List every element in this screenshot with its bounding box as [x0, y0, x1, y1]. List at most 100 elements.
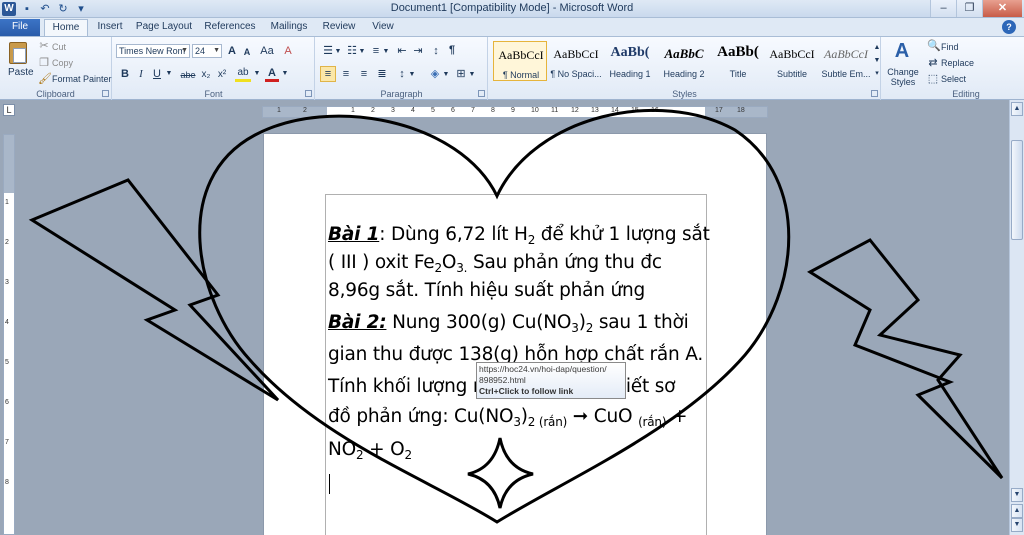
- doc-line[interactable]: Bài 1: Dùng 6,72 lít H2 để khử 1 lượng s…: [328, 224, 710, 247]
- font-name-combo[interactable]: Times New Rom ▼: [116, 44, 190, 58]
- font-size-combo[interactable]: 24 ▼: [192, 44, 222, 58]
- ruler-number: 15: [631, 107, 639, 114]
- format-painter-icon[interactable]: 🖌: [38, 73, 52, 85]
- numbering-icon[interactable]: ☷: [346, 45, 358, 57]
- tab-page-layout[interactable]: Page Layout: [132, 19, 196, 36]
- help-icon[interactable]: ?: [1002, 20, 1016, 34]
- doc-line[interactable]: đồ phản ứng: Cu(NO3)2 (rắn) ➞ CuO (rắn) …: [328, 406, 688, 429]
- scroll-down-icon[interactable]: ▼: [1011, 488, 1023, 502]
- copy-icon[interactable]: ❐: [38, 57, 50, 69]
- vertical-scrollbar[interactable]: ▲ ▼ ▲ ▼: [1009, 100, 1024, 535]
- tab-view[interactable]: View: [364, 19, 402, 36]
- change-case-icon[interactable]: Aa: [259, 45, 275, 57]
- select-button[interactable]: Select: [941, 74, 966, 84]
- paragraph-launcher-icon[interactable]: [478, 90, 485, 97]
- align-center-icon[interactable]: ≡: [340, 68, 352, 80]
- tooltip-url-line: 898952.html: [479, 375, 526, 385]
- subscript-icon[interactable]: x₂: [199, 69, 213, 81]
- chevron-down-icon: ▼: [213, 47, 220, 54]
- shrink-font-icon[interactable]: A: [241, 46, 253, 58]
- chevron-down-icon[interactable]: ▼: [281, 68, 289, 80]
- italic-icon[interactable]: I: [135, 68, 147, 80]
- doc-line[interactable]: Bài 2: Nung 300(g) Cu(NO3)2 sau 1 thời: [328, 312, 689, 335]
- chevron-down-icon[interactable]: ▼: [468, 69, 476, 81]
- bullets-icon[interactable]: ☰: [322, 45, 334, 57]
- doc-text: đồ phản ứng: Cu(NO: [328, 406, 514, 427]
- tab-insert[interactable]: Insert: [90, 19, 130, 36]
- text-highlight-icon[interactable]: ab: [235, 67, 251, 82]
- horizontal-ruler[interactable]: 1 2 1 2 3 4 5 6 7 8 9 10 11 12 13 14 15 …: [262, 106, 768, 118]
- replace-icon[interactable]: ⇄: [927, 57, 939, 69]
- change-styles-icon[interactable]: A: [890, 39, 914, 63]
- clipboard-launcher-icon[interactable]: [102, 90, 109, 97]
- lightning-bolt-left-shape[interactable]: [28, 178, 280, 402]
- format-painter-button[interactable]: Format Painter: [52, 74, 112, 84]
- close-button[interactable]: ✕: [982, 0, 1022, 17]
- bold-icon[interactable]: B: [119, 68, 131, 80]
- style-heading-1[interactable]: AaBb( Heading 1: [603, 41, 657, 81]
- style-title[interactable]: AaBb( Title: [711, 41, 765, 81]
- chevron-down-icon[interactable]: ▼: [165, 68, 173, 80]
- find-button[interactable]: Find: [941, 42, 959, 52]
- tab-mailings[interactable]: Mailings: [264, 19, 314, 36]
- copy-button[interactable]: Copy: [52, 58, 73, 68]
- align-left-icon[interactable]: ≡: [320, 66, 336, 82]
- sort-icon[interactable]: ↕: [430, 45, 442, 57]
- strikethrough-icon[interactable]: abe: [179, 69, 197, 81]
- minimize-button[interactable]: –: [930, 0, 956, 17]
- next-page-icon[interactable]: ▼: [1011, 518, 1023, 532]
- show-formatting-icon[interactable]: ¶: [446, 44, 458, 56]
- chevron-down-icon[interactable]: ▼: [382, 46, 390, 58]
- grow-font-icon[interactable]: A: [226, 45, 238, 57]
- multilevel-list-icon[interactable]: ≡: [370, 45, 382, 57]
- scroll-thumb[interactable]: [1011, 140, 1023, 240]
- clear-formatting-icon[interactable]: A: [281, 45, 295, 57]
- borders-icon[interactable]: ⊞: [454, 68, 468, 80]
- tab-references[interactable]: References: [200, 19, 260, 36]
- styles-launcher-icon[interactable]: [871, 90, 878, 97]
- select-icon[interactable]: ⬚: [927, 73, 939, 85]
- change-styles-button[interactable]: Change Styles: [885, 67, 921, 87]
- chevron-down-icon[interactable]: ▼: [334, 46, 342, 58]
- font-launcher-icon[interactable]: [305, 90, 312, 97]
- lightning-bolt-right-shape[interactable]: [807, 238, 1004, 480]
- tab-file[interactable]: File: [0, 19, 40, 36]
- underline-icon[interactable]: U: [151, 68, 163, 80]
- align-right-icon[interactable]: ≡: [358, 68, 370, 80]
- increase-indent-icon[interactable]: ⇥: [412, 45, 424, 57]
- tab-review[interactable]: Review: [318, 19, 360, 36]
- vertical-ruler[interactable]: 1 2 3 4 5 6 7 8: [3, 134, 15, 535]
- superscript-icon[interactable]: x²: [215, 69, 229, 81]
- line-spacing-icon[interactable]: ↕: [396, 68, 408, 80]
- tab-selector-button[interactable]: L: [3, 104, 15, 116]
- cut-icon[interactable]: ✂: [38, 40, 50, 52]
- chevron-down-icon[interactable]: ▼: [408, 69, 416, 81]
- previous-page-icon[interactable]: ▲: [1011, 504, 1023, 518]
- chevron-down-icon[interactable]: ▼: [358, 46, 366, 58]
- chevron-down-icon[interactable]: ▼: [253, 68, 261, 80]
- style-subtitle[interactable]: AaBbCcI Subtitle: [765, 41, 819, 81]
- style-no-spacing[interactable]: AaBbCcI ¶ No Spaci...: [549, 41, 603, 81]
- decrease-indent-icon[interactable]: ⇤: [396, 45, 408, 57]
- font-color-icon[interactable]: A: [265, 67, 279, 82]
- style-heading-2[interactable]: AaBbC Heading 2: [657, 41, 711, 81]
- ruler-number: 8: [5, 479, 9, 486]
- chevron-down-icon[interactable]: ▼: [442, 69, 450, 81]
- tab-home[interactable]: Home: [44, 19, 88, 36]
- style-subtle-emphasis[interactable]: AaBbCcI Subtle Em...: [819, 41, 873, 81]
- find-icon[interactable]: 🔍: [927, 40, 941, 52]
- doc-line[interactable]: NO2 + O2: [328, 439, 412, 462]
- cut-button[interactable]: Cut: [52, 42, 66, 52]
- replace-button[interactable]: Replace: [941, 58, 974, 68]
- document-page[interactable]: Bài 1: Dùng 6,72 lít H2 để khử 1 lượng s…: [263, 133, 767, 535]
- doc-sub: 2 (rắn): [527, 415, 568, 429]
- maximize-button[interactable]: ❐: [956, 0, 982, 17]
- style-normal[interactable]: AaBbCcI ¶ Normal: [493, 41, 547, 81]
- shading-icon[interactable]: ◈: [428, 68, 442, 80]
- doc-line[interactable]: 8,96g sắt. Tính hiệu suất phản ứng: [328, 280, 645, 301]
- scroll-up-icon[interactable]: ▲: [1011, 102, 1023, 116]
- styles-scroll-icon[interactable]: ▲ ▼ ▾: [873, 41, 881, 81]
- doc-sub: 2: [434, 261, 442, 275]
- justify-icon[interactable]: ≣: [376, 68, 388, 80]
- doc-line[interactable]: ( III ) oxit Fe2O3. Sau phản ứng thu đc: [328, 252, 662, 275]
